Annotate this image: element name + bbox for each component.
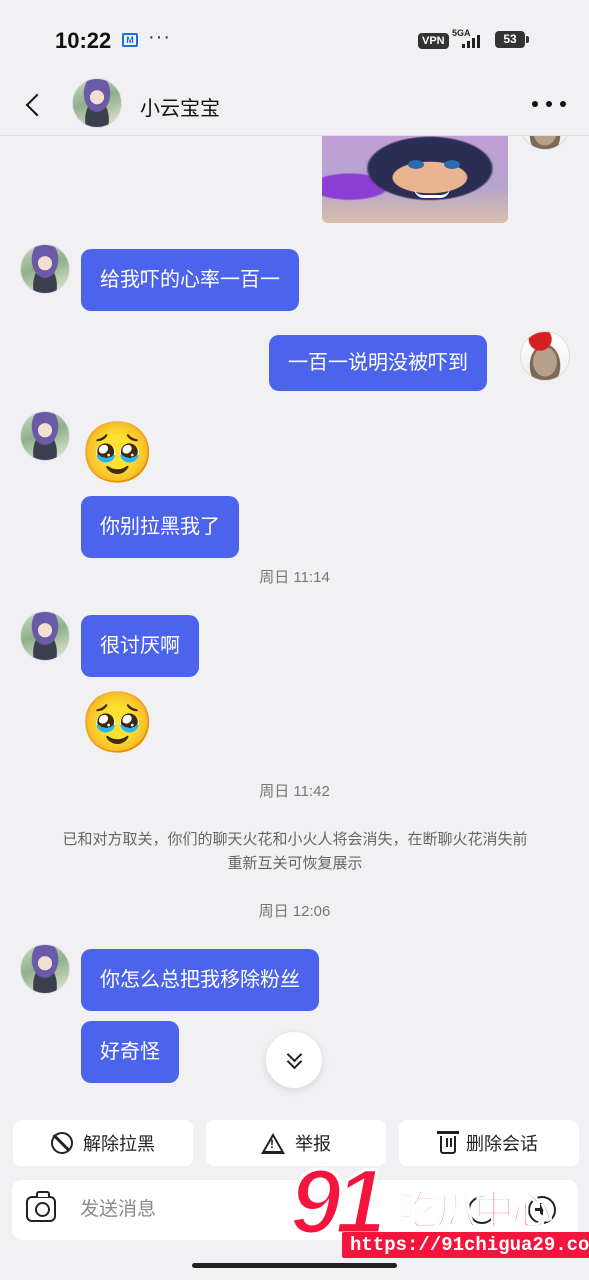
chat-header: 小云宝宝: [0, 78, 589, 136]
emoji-icon[interactable]: [468, 1196, 496, 1224]
message-bubble[interactable]: 好奇怪: [81, 1021, 179, 1083]
message-input[interactable]: [80, 1194, 330, 1226]
mail-notification-icon: M: [122, 33, 138, 47]
report-button[interactable]: 举报: [206, 1120, 386, 1166]
contact-avatar[interactable]: [20, 244, 70, 294]
contact-avatar[interactable]: [20, 411, 70, 461]
plus-icon[interactable]: [528, 1196, 556, 1224]
timestamp: 周日 11:14: [259, 569, 330, 586]
sticker-image[interactable]: [322, 136, 508, 223]
message-bubble[interactable]: 你别拉黑我了: [81, 496, 239, 558]
message-bubble-outgoing[interactable]: 一百一说明没被吓到: [269, 335, 487, 391]
system-notice: 已和对方取关，你们的聊天火花和小火人将会消失，在断聊火花消失前重新互关可恢复展示: [62, 831, 528, 872]
action-bar: 解除拉黑 举报 删除会话: [0, 1120, 589, 1166]
contact-name[interactable]: 小云宝宝: [140, 92, 220, 121]
unblock-label: 解除拉黑: [83, 1134, 155, 1154]
message-bubble[interactable]: 很讨厌啊: [81, 615, 199, 677]
signal-icon: 5GA: [452, 28, 490, 50]
timestamp: 周日 11:42: [259, 783, 330, 800]
timestamp: 周日 12:06: [258, 903, 331, 920]
pleading-face-emoji[interactable]: 🥹: [80, 688, 155, 758]
contact-avatar[interactable]: [20, 611, 70, 661]
contact-avatar[interactable]: [72, 78, 122, 128]
delete-chat-label: 删除会话: [466, 1134, 538, 1154]
status-bar: 10:22 M ··· VPN 5GA 53: [0, 0, 589, 80]
back-button[interactable]: [20, 90, 50, 120]
report-label: 举报: [295, 1134, 331, 1154]
status-time: 10:22: [55, 28, 112, 53]
more-notifications-icon: ···: [148, 26, 171, 48]
trash-icon: [437, 1131, 459, 1154]
more-options-button[interactable]: [532, 94, 566, 114]
my-avatar[interactable]: [520, 331, 570, 381]
message-list[interactable]: 给我吓的心率一百一 一百一说明没被吓到 🥹 你别拉黑我了 周日 11:14 很讨…: [0, 136, 589, 1120]
delete-chat-button[interactable]: 删除会话: [399, 1120, 579, 1166]
warning-icon: [261, 1132, 285, 1154]
pleading-face-emoji[interactable]: 🥹: [80, 418, 155, 488]
scroll-to-bottom-button[interactable]: [266, 1032, 322, 1088]
message-bubble[interactable]: 给我吓的心率一百一: [81, 249, 299, 311]
contact-avatar[interactable]: [20, 944, 70, 994]
message-bubble[interactable]: 你怎么总把我移除粉丝: [81, 949, 319, 1011]
battery-icon: 53: [495, 31, 529, 48]
home-indicator[interactable]: [192, 1263, 397, 1268]
ban-icon: [51, 1132, 73, 1154]
message-composer: [12, 1180, 578, 1240]
unblock-button[interactable]: 解除拉黑: [13, 1120, 193, 1166]
camera-icon[interactable]: [26, 1191, 56, 1222]
vpn-badge: VPN: [418, 33, 449, 49]
my-avatar[interactable]: [520, 136, 570, 150]
